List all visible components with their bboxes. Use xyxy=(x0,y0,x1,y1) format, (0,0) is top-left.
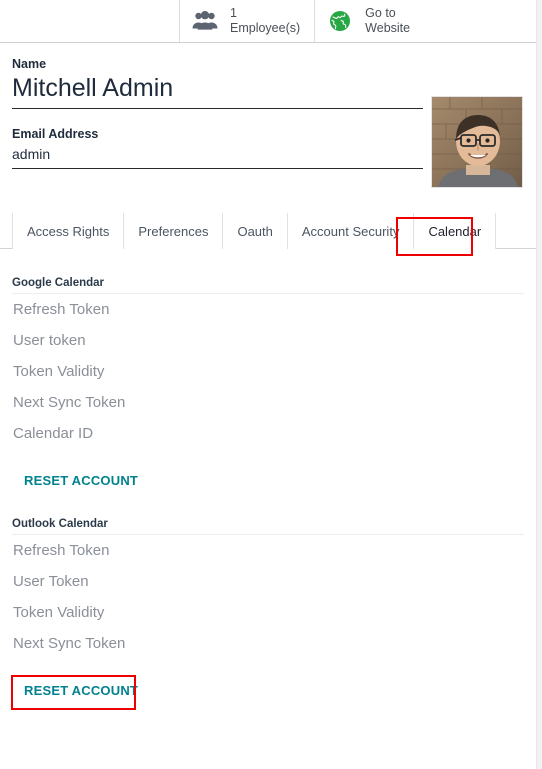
stat-button-website-text: Go to Website xyxy=(365,6,410,36)
tab-account-security[interactable]: Account Security xyxy=(286,213,415,249)
tab-label: Access Rights xyxy=(27,223,110,239)
tab-label: Calendar xyxy=(428,223,482,239)
field-label-token-validity: Token Validity xyxy=(13,604,105,621)
reset-account-row-google-calendar: RESET ACCOUNT xyxy=(0,465,536,496)
website-line1: Go to xyxy=(365,6,396,20)
email-input[interactable] xyxy=(12,145,423,169)
tab-access-rights[interactable]: Access Rights xyxy=(12,213,125,249)
name-input[interactable] xyxy=(12,73,423,109)
employees-count: 1 xyxy=(230,6,237,20)
employees-icon xyxy=(190,11,220,31)
field-label-refresh-token: Refresh Token xyxy=(13,542,110,559)
section-outlook-calendar: Outlook Calendar Refresh Token User Token T… xyxy=(0,518,536,659)
field-label-user-token: User token xyxy=(13,332,86,349)
tab-bar: Access Rights Preferences Oauth Account Sec… xyxy=(0,213,536,256)
user-form-page: 1 Employee(s) Go to Website Name Mitchel… xyxy=(0,0,536,769)
section-title-google-calendar: Google Calendar xyxy=(12,277,524,294)
tab-label: Account Security xyxy=(301,223,400,239)
tab-list: Access Rights Preferences Oauth Account Sec… xyxy=(12,213,536,249)
avatar[interactable] xyxy=(431,96,523,188)
name-label: Name xyxy=(12,57,47,71)
stat-button-bar: 1 Employee(s) Go to Website xyxy=(0,0,536,43)
tab-calendar[interactable]: Calendar xyxy=(413,213,497,249)
field-label-token-validity: Token Validity xyxy=(13,363,105,380)
field-label-refresh-token: Refresh Token xyxy=(13,301,110,318)
calendar-sections: Google Calendar Refresh Token User token To… xyxy=(0,277,536,710)
stat-button-go-to-website[interactable]: Go to Website xyxy=(315,0,425,42)
tab-label: Preferences xyxy=(138,223,209,239)
stat-button-employees[interactable]: 1 Employee(s) xyxy=(180,0,316,42)
field-label-user-token: User Token xyxy=(13,573,89,590)
section-google-calendar: Google Calendar Refresh Token User token To… xyxy=(0,277,536,449)
field-label-next-sync-token: Next Sync Token xyxy=(13,394,126,411)
tab-oauth[interactable]: Oauth xyxy=(222,213,288,249)
website-line2: Website xyxy=(365,21,411,35)
employees-label: Employee(s) xyxy=(230,21,301,35)
reset-account-button-outlook-calendar[interactable]: RESET ACCOUNT xyxy=(12,675,150,706)
field-label-next-sync-token: Next Sync Token xyxy=(13,635,126,652)
field-label-calendar-id: Calendar ID xyxy=(13,425,94,442)
tab-label: Oauth xyxy=(237,223,273,239)
statbar-left-spacer xyxy=(0,0,180,42)
globe-icon xyxy=(325,10,355,32)
reset-account-button-google-calendar[interactable]: RESET ACCOUNT xyxy=(12,465,150,496)
user-form: Name Email Address xyxy=(0,43,536,188)
stat-button-employees-text: 1 Employee(s) xyxy=(230,6,300,36)
tab-preferences[interactable]: Preferences xyxy=(123,213,224,249)
vertical-scrollbar[interactable] xyxy=(536,0,542,769)
section-title-outlook-calendar: Outlook Calendar xyxy=(12,518,524,535)
reset-account-row-outlook-calendar: RESET ACCOUNT xyxy=(0,675,536,710)
